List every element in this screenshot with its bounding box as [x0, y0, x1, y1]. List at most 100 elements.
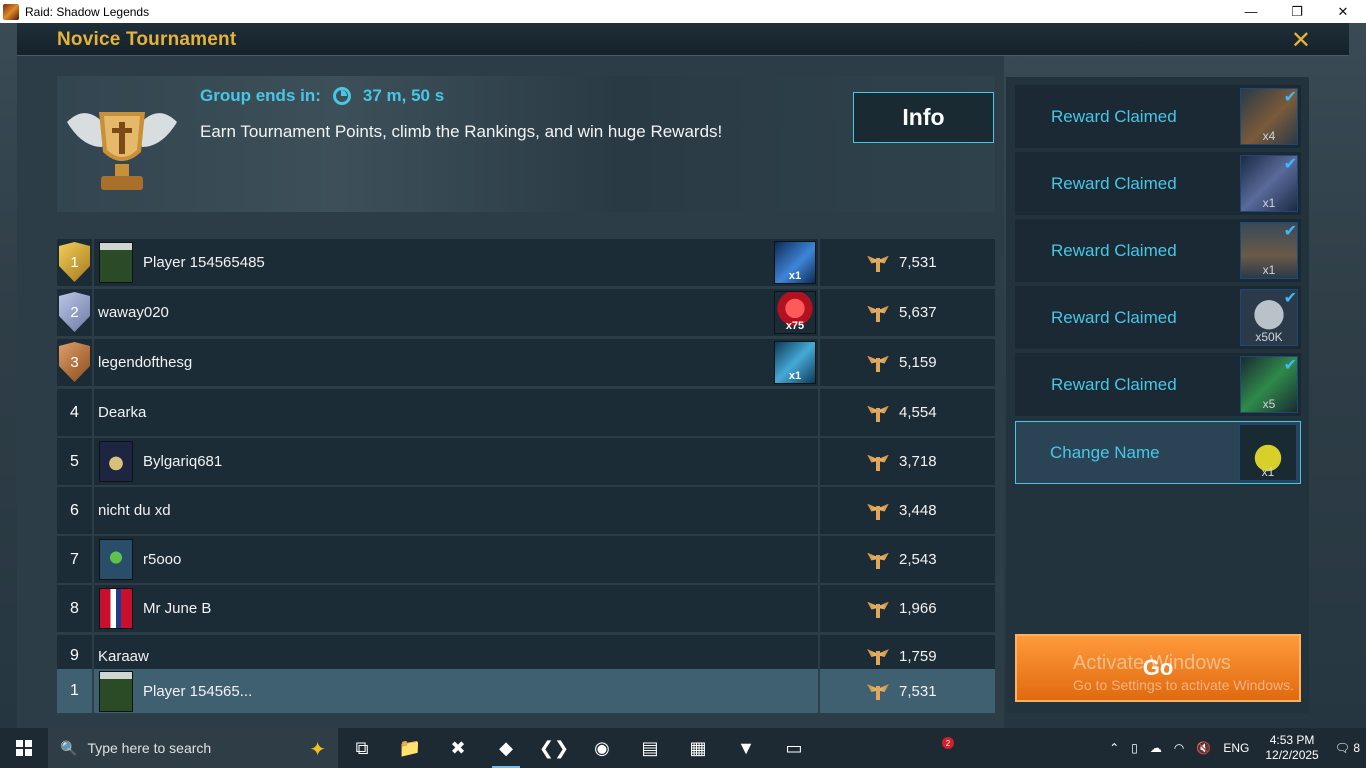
search-icon: 🔍 [60, 739, 78, 756]
system-tray: ⌃ ▯ ☁ ◠ 🔇 ENG 4:53 PM 12/2/2025 🗨 8 [1103, 728, 1366, 768]
avatar [99, 671, 133, 712]
checkmark-icon: ✔ [1283, 223, 1297, 240]
tournament-banner: Group ends in: 37 m, 50 s Earn Tournamen… [57, 76, 995, 212]
device-icon[interactable]: ▯ [1125, 741, 1144, 755]
leaderboard-row[interactable]: 5 Bylgariq681 3,718 [57, 438, 995, 485]
chevron-up-icon[interactable]: ⌃ [1103, 741, 1125, 755]
document-icon[interactable]: ▤ [626, 728, 674, 768]
raid-app-icon[interactable]: ◆ [482, 728, 530, 768]
leaderboard-row[interactable]: 8 Mr June B 1,966 [57, 585, 995, 632]
score-cell: 4,554 [820, 389, 995, 436]
avatar [99, 441, 133, 482]
reward-card-change-name[interactable]: Change Name x1 [1015, 421, 1301, 484]
clock[interactable]: 4:53 PM 12/2/2025 [1255, 733, 1328, 763]
score-cell: 1,966 [820, 585, 995, 632]
vscode-icon[interactable]: ❮❯ [530, 728, 578, 768]
name-cell: Player 154565... [94, 669, 818, 713]
leaderboard-row[interactable]: 6 nicht du xd 3,448 [57, 487, 995, 534]
rank-cell: 1 [57, 239, 92, 286]
avatar [99, 588, 133, 629]
rewards-panel: Reward Claimed x4 ✔ Reward Claimed x1 ✔ … [1006, 77, 1309, 713]
calculator-icon[interactable]: ▦ [674, 728, 722, 768]
player-name: legendofthesg [98, 354, 193, 371]
maximize-button[interactable]: ❐ [1274, 0, 1320, 23]
name-cell: Player 154565485 x1 [94, 239, 818, 286]
name-cell: legendofthesg x1 [94, 339, 818, 386]
gold-shield-icon: 1 [59, 242, 90, 282]
bronze-shield-icon: 3 [59, 342, 90, 382]
reward-shard-icon[interactable]: x1 [774, 241, 816, 284]
score-value: 1,966 [899, 600, 937, 617]
reward-card[interactable]: Reward Claimed x5 ✔ [1015, 353, 1301, 416]
leaderboard-row[interactable]: 4 Dearka 4,554 [57, 389, 995, 436]
xampp-icon[interactable]: ✖ [434, 728, 482, 768]
score: 1,966 [867, 585, 937, 632]
reward-card[interactable]: Reward Claimed x50K ✔ [1015, 286, 1301, 349]
score-cell: 7,531 [820, 669, 995, 713]
group-ends-label: Group ends in: [200, 86, 321, 105]
language-indicator[interactable]: ENG [1217, 741, 1255, 755]
tournament-points-icon [867, 551, 889, 569]
score-cell: 1,759 [820, 635, 995, 669]
tournament-points-icon [867, 647, 889, 665]
score-value: 5,637 [899, 304, 937, 321]
player-name: r5ooo [143, 551, 182, 568]
close-window-button[interactable]: ✕ [1320, 0, 1366, 23]
start-button[interactable] [0, 728, 48, 768]
volume-muted-icon[interactable]: 🔇 [1190, 741, 1217, 755]
window-controls: — ❐ ✕ [1228, 0, 1366, 23]
cloud-icon[interactable]: ☁ [1144, 741, 1168, 755]
score: 4,554 [867, 389, 937, 436]
player-name: Player 154565485 [143, 254, 265, 271]
player-name: Karaaw [98, 648, 149, 665]
reward-status: Reward Claimed [1051, 374, 1177, 394]
tournament-points-icon [867, 404, 889, 422]
avatar [99, 242, 133, 283]
score-value: 3,718 [899, 453, 937, 470]
tournament-points-icon [867, 304, 889, 322]
group-timer: Group ends in: 37 m, 50 s [200, 86, 444, 106]
taskbar-search[interactable]: 🔍 Type here to search ✦ [48, 728, 338, 768]
tournament-description: Earn Tournament Points, climb the Rankin… [200, 122, 723, 141]
tournament-points-icon [867, 354, 889, 372]
score-value: 7,531 [899, 254, 937, 271]
file-explorer-icon[interactable]: 📁 [386, 728, 434, 768]
score-value: 7,531 [899, 682, 937, 700]
player-name: nicht du xd [98, 502, 171, 519]
leaderboard-row[interactable]: 2 waway020 x75 5,637 [57, 289, 995, 336]
app-icon [3, 3, 19, 20]
leaderboard-row[interactable]: 3 legendofthesg x1 5,159 [57, 339, 995, 386]
minimize-button[interactable]: — [1228, 0, 1274, 23]
score: 3,448 [867, 487, 937, 534]
windows-logo-icon [16, 740, 32, 756]
name-cell: Mr June B [94, 585, 818, 632]
reward-card[interactable]: Reward Claimed x4 ✔ [1015, 85, 1301, 148]
wifi-icon[interactable]: ◠ [1168, 741, 1190, 755]
tournament-points-icon [867, 453, 889, 471]
my-rank-row[interactable]: 1 Player 154565... 7,531 [57, 669, 995, 713]
reward-card[interactable]: Reward Claimed x1 ✔ [1015, 219, 1301, 282]
gem-reward-icon[interactable]: x75 [774, 291, 816, 334]
tome-reward-icon[interactable]: x1 [774, 341, 816, 384]
rank-number: 4 [57, 389, 92, 436]
leaderboard-row[interactable]: 7 r5ooo 2,543 [57, 536, 995, 583]
score-cell: 7,531 [820, 239, 995, 286]
leaderboard-row[interactable]: 1 Player 154565485 x1 7,531 [57, 239, 995, 286]
clock-date: 12/2/2025 [1265, 748, 1319, 762]
leaderboard-row[interactable]: 9 Karaaw 1,759 [57, 635, 995, 669]
info-button[interactable]: Info [853, 92, 994, 143]
reward-card[interactable]: Reward Claimed x1 ✔ [1015, 152, 1301, 215]
chrome-icon[interactable]: ◉ [578, 728, 626, 768]
score: 2,543 [867, 536, 937, 583]
window-titlebar: Raid: Shadow Legends — ❐ ✕ [0, 0, 1366, 23]
terminal-icon[interactable]: ▭ [770, 728, 818, 768]
checkmark-icon: ✔ [1283, 290, 1297, 307]
score: 7,531 [867, 669, 937, 713]
close-icon[interactable]: ✕ [1291, 26, 1311, 55]
name-cell: nicht du xd [94, 487, 818, 534]
task-view-icon[interactable]: ⧉ [338, 728, 386, 768]
action-center-icon[interactable]: 🗨 8 [1329, 741, 1366, 755]
rank-number: 8 [57, 585, 92, 632]
brave-icon[interactable]: ▼ [722, 728, 770, 768]
score: 5,159 [867, 339, 937, 386]
